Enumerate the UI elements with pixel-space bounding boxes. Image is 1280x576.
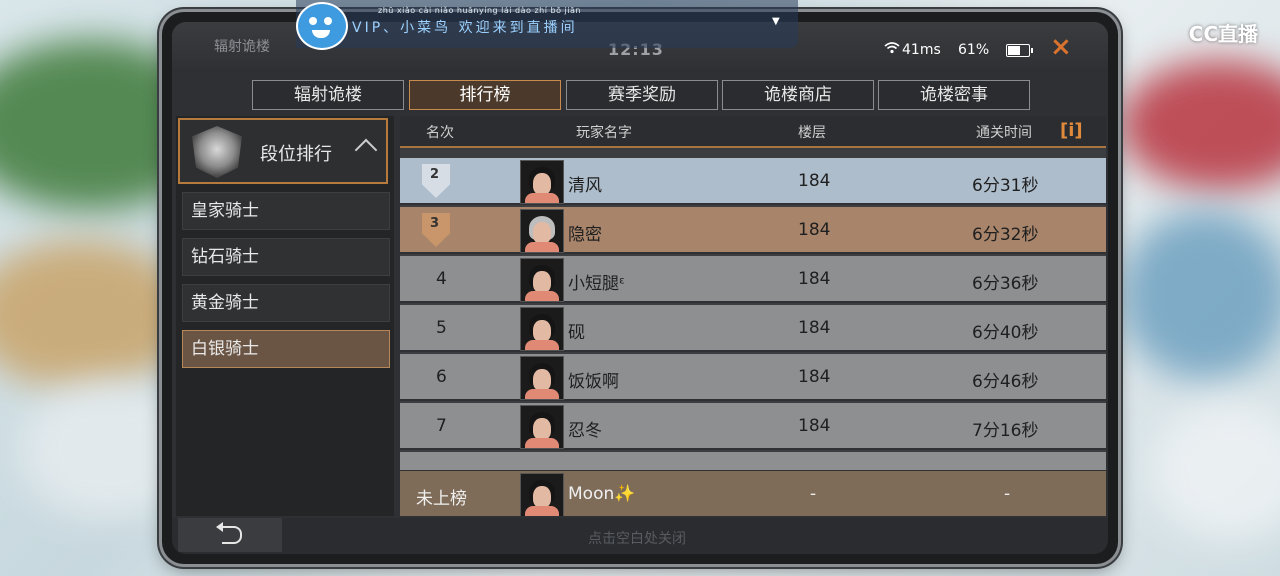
clear-time: 6分31秒 (972, 176, 1039, 196)
header-player-name: 玩家名字 (576, 125, 632, 141)
device-frame: 辐射诡楼 12:13 41ms 61% × 辐射诡楼 排行榜 赛季奖励 诡楼商店… (162, 12, 1118, 564)
tab-season-rewards[interactable]: 赛季奖励 (566, 80, 718, 110)
leaderboard-table[interactable]: 名次 玩家名字 楼层 通关时间 [i] 2 清风 184 6分31秒 3 隐密 … (400, 116, 1106, 516)
vip-welcome-banner: zhū xiǎo cài niǎo huānyíng lái dào zhí b… (296, 0, 798, 50)
avatar (520, 209, 564, 253)
wifi-icon (884, 42, 900, 58)
floor-value: 184 (798, 171, 831, 191)
bottom-bar: 点击空白处关闭 (172, 518, 1108, 554)
header-rank: 名次 (426, 125, 454, 141)
table-row[interactable]: 3 隐密 184 6分32秒 (400, 207, 1106, 254)
tier-item-silver-knight[interactable]: 白银骑士 (182, 330, 390, 368)
floor-value: 184 (798, 367, 831, 387)
tier-item-diamond-knight[interactable]: 钻石骑士 (182, 238, 390, 276)
caret-down-icon[interactable]: ▼ (772, 16, 780, 27)
floor-value: 184 (798, 269, 831, 289)
my-player-name: Moon✨ (568, 484, 636, 504)
tier-item-gold-knight[interactable]: 黄金骑士 (182, 284, 390, 322)
player-name: 砚 (568, 323, 585, 343)
clear-time: 6分36秒 (972, 274, 1039, 294)
tier-dropdown[interactable]: 段位排行 (178, 118, 388, 184)
tier-sidebar: 段位排行 皇家骑士 钻石骑士 黄金骑士 白银骑士 (176, 116, 394, 516)
rank-number: 2 (430, 167, 440, 182)
player-name: 清风 (568, 176, 602, 196)
avatar (520, 307, 564, 351)
my-rank-row[interactable]: 未上榜 Moon✨ - - (400, 471, 1106, 516)
my-clear-time: - (1004, 484, 1011, 504)
background-object (1150, 400, 1280, 540)
vip-mascot-icon (296, 2, 348, 50)
close-button[interactable]: × (1050, 34, 1072, 60)
ping-readout: 41ms (902, 42, 941, 58)
vip-welcome-text: VIP、小菜鸟 欢迎来到直播间 (352, 20, 578, 36)
battery-icon (1006, 44, 1033, 57)
silver-rank-badge-icon: 2 (422, 164, 450, 198)
info-icon[interactable]: [i] (1060, 120, 1083, 141)
table-row[interactable]: 7 忍冬 184 7分16秒 (400, 403, 1106, 450)
avatar (520, 405, 564, 449)
my-rank: 未上榜 (416, 489, 467, 509)
info-label: i (1068, 120, 1075, 141)
header-floor: 楼层 (798, 125, 826, 141)
avatar (520, 356, 564, 400)
leaderboard-window: 辐射诡楼 12:13 41ms 61% × 辐射诡楼 排行榜 赛季奖励 诡楼商店… (172, 22, 1108, 554)
tab-leaderboard[interactable]: 排行榜 (409, 80, 561, 110)
tab-building-secrets[interactable]: 诡楼密事 (878, 80, 1030, 110)
avatar (520, 473, 564, 516)
floor-value: 184 (798, 416, 831, 436)
clear-time: 7分16秒 (972, 421, 1039, 441)
close-hint: 点击空白处关闭 (588, 531, 686, 547)
tab-radiation-building[interactable]: 辐射诡楼 (252, 80, 404, 110)
back-button[interactable] (178, 518, 282, 552)
rank-emblem-icon (192, 126, 242, 178)
window-title: 辐射诡楼 (214, 39, 270, 55)
bronze-rank-badge-icon: 3 (422, 213, 450, 247)
floor-value: 184 (798, 318, 831, 338)
avatar (520, 258, 564, 302)
player-name: 隐密 (568, 225, 602, 245)
header-clear-time: 通关时间 (976, 125, 1032, 141)
table-row-partial[interactable] (400, 452, 1106, 472)
tier-dropdown-label: 段位排行 (260, 144, 332, 165)
clear-time: 6分46秒 (972, 372, 1039, 392)
table-row[interactable]: 2 清风 184 6分31秒 (400, 158, 1106, 205)
table-row[interactable]: 4 小短腿ᵋ 184 6分36秒 (400, 256, 1106, 303)
my-floor: - (810, 484, 817, 504)
rank-number: 6 (436, 367, 447, 387)
table-row[interactable]: 6 饭饭啊 184 6分46秒 (400, 354, 1106, 401)
player-name: 小短腿ᵋ (568, 274, 626, 294)
table-header: 名次 玩家名字 楼层 通关时间 [i] (400, 116, 1106, 148)
rank-number: 3 (430, 216, 440, 231)
cc-live-logo: CC直播 (1188, 22, 1258, 46)
clear-time: 6分32秒 (972, 225, 1039, 245)
rank-number: 4 (436, 269, 447, 289)
rank-number: 7 (436, 416, 447, 436)
background-object (1120, 60, 1280, 190)
avatar (520, 160, 564, 204)
back-arrow-icon (216, 522, 242, 544)
player-name: 忍冬 (568, 421, 602, 441)
tier-item-royal-knight[interactable]: 皇家骑士 (182, 192, 390, 230)
clear-time: 6分40秒 (972, 323, 1039, 343)
table-row[interactable]: 5 砚 184 6分40秒 (400, 305, 1106, 352)
battery-level (1008, 46, 1021, 55)
vip-pinyin: zhū xiǎo cài niǎo huānyíng lái dào zhí b… (378, 6, 581, 15)
rank-number: 5 (436, 318, 447, 338)
background-object (1120, 210, 1280, 380)
chevron-up-icon (354, 138, 378, 162)
floor-value: 184 (798, 220, 831, 240)
battery-percent: 61% (958, 42, 990, 58)
tab-building-shop[interactable]: 诡楼商店 (722, 80, 874, 110)
player-name: 饭饭啊 (568, 372, 619, 392)
